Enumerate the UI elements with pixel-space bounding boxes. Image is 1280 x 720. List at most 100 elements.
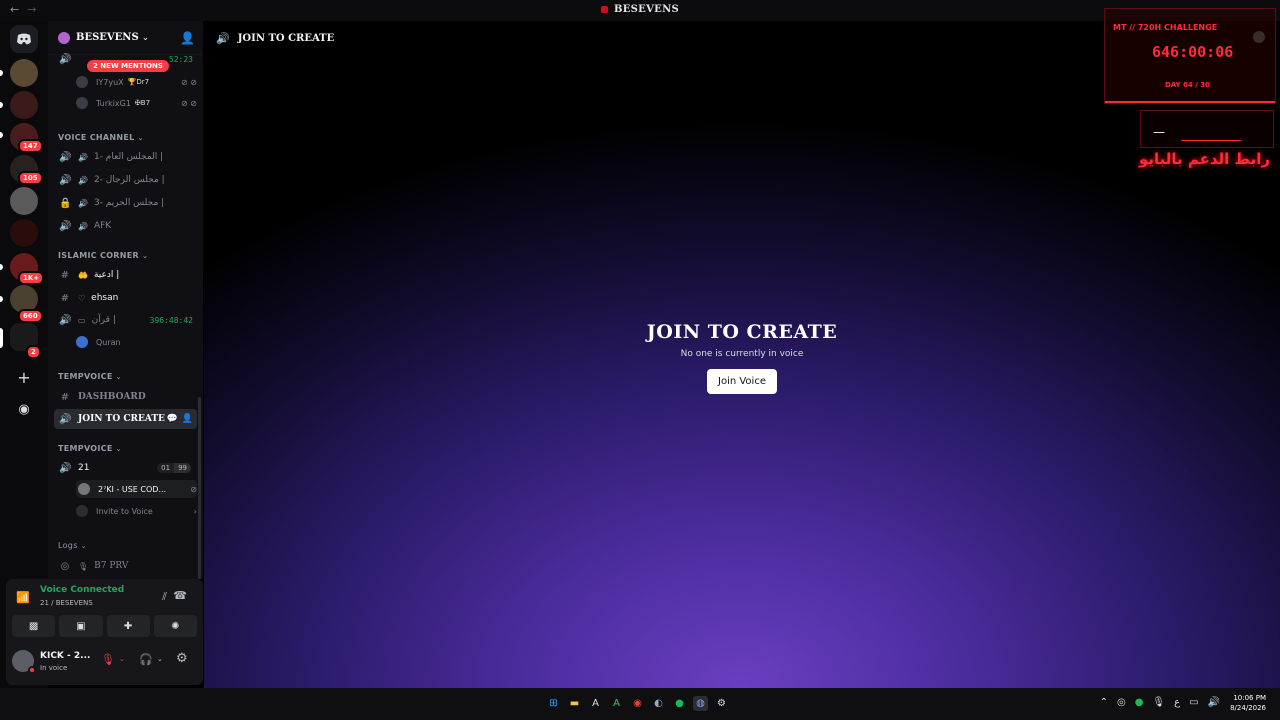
new-mentions-badge[interactable]: 2 NEW MENTIONS	[87, 60, 169, 72]
server-icon-6[interactable]	[10, 219, 38, 247]
discord-home-icon[interactable]	[10, 25, 38, 53]
voice-actions: ▩ ▣ ✚ ✺	[12, 615, 197, 637]
channel-name: JOIN TO CREATE	[78, 414, 165, 424]
disconnect-icon[interactable]: ☎	[173, 589, 187, 602]
speaker-icon: 🔊	[78, 175, 88, 185]
speaker-icon: 🔊	[59, 314, 72, 326]
voice-channel-1[interactable]: 🔊 🔊 المجلس العام -1 |	[54, 147, 197, 167]
title-bar: ← → BESEVENS	[0, 0, 1280, 21]
signal-icon[interactable]: 📶	[16, 591, 30, 604]
user-panel: 📶 Voice Connected 21 / BESEVENS ⫽ ☎ ▩ ▣ …	[6, 579, 203, 685]
user-state: In voice	[40, 664, 68, 672]
muted-icons: ⊘ ⊘	[181, 77, 197, 87]
noise-suppression-icon[interactable]: ⫽	[162, 590, 167, 604]
chevron-down-icon[interactable]: ⌄	[119, 655, 125, 663]
user-name: IY7yuX	[96, 77, 124, 87]
steam-icon[interactable]: ◐	[651, 696, 666, 711]
voice-channel-3[interactable]: 🔒 🔊 مجلس الحريم -3 |	[54, 193, 197, 213]
challenge-overlay: MT // 720H CHALLENGE 646:00:06 DAY 04 / …	[1104, 8, 1276, 104]
clock[interactable]: 10:06 PM 8/24/2026	[1230, 693, 1266, 713]
settings-taskbar-icon[interactable]: ⚙	[714, 696, 729, 711]
channel-name: المجلس العام -1 |	[93, 152, 164, 162]
category-label: Logs	[58, 541, 78, 550]
username[interactable]: KICK - 2...	[40, 651, 90, 661]
voice-channel-b7[interactable]: ◎ 🎙 B7 PRV	[54, 556, 197, 576]
muted-icon: ⊘	[190, 484, 197, 494]
screen-share-button[interactable]: ▣	[59, 615, 103, 637]
channel-title: JOIN TO CREATE	[237, 32, 335, 44]
chrome-icon[interactable]: ◉	[630, 696, 645, 711]
chevron-down-icon[interactable]: ⌄	[157, 655, 163, 663]
channel-name: AFK	[93, 221, 112, 231]
discord-taskbar-icon[interactable]: ◍	[693, 696, 708, 711]
spotify-tray-icon[interactable]: ●	[1135, 697, 1144, 708]
category-label: TEMPVOICE	[58, 372, 113, 381]
invite-icon[interactable]: 👤	[182, 414, 193, 424]
voice-channel-quran[interactable]: 🔊 ▭ قرآن | 396:48:42	[54, 310, 197, 330]
hash-icon: #	[60, 269, 70, 281]
channel-name: مجلس الحريم -3 |	[93, 198, 165, 208]
tray-app-icon[interactable]: ◎	[1117, 697, 1126, 708]
windows-start-icon[interactable]: ⊞	[546, 696, 561, 711]
server-icon-1[interactable]	[10, 59, 38, 87]
voice-channel-join-to-create[interactable]: 🔊 JOIN TO CREATE 💬 👤	[54, 409, 197, 429]
voice-user[interactable]: IY7yuX 🏆Dr7 ⊘ ⊘	[76, 73, 197, 91]
server-icon-5[interactable]	[10, 187, 38, 215]
sidebar-scrollbar[interactable]	[198, 397, 201, 579]
mic-tray-icon[interactable]: 🎙	[1152, 697, 1165, 708]
spotify-icon[interactable]: ●	[672, 696, 687, 711]
voice-location[interactable]: 21 / BESEVENS	[40, 599, 93, 607]
category-islamic[interactable]: ISLAMIC CORNER ⌄	[48, 251, 148, 260]
taskbar-apps: ⊞ ▬ A A ◉ ◐ ● ◍ ⚙	[546, 696, 729, 711]
mic-icon: 🎙	[78, 561, 89, 571]
add-server-icon[interactable]: +	[10, 363, 38, 391]
speaker-icon: 🔊	[59, 462, 72, 474]
category-voice[interactable]: VOICE CHANNEL ⌄	[48, 133, 144, 142]
voice-user-quran[interactable]: Quran	[76, 333, 197, 351]
dash-icon: —	[1153, 125, 1165, 139]
voice-channel-21[interactable]: 🔊 21 01 99	[54, 458, 197, 478]
server-icon-2[interactable]	[10, 91, 38, 119]
volume-icon[interactable]: 🔊	[1208, 697, 1220, 708]
text-channel-ehsan[interactable]: # ♡ ehsan	[54, 288, 197, 308]
category-tempvoice[interactable]: TEMPVOICE ⌄	[48, 372, 122, 381]
voice-channel-2[interactable]: 🔊 🔊 مجلس الرجال -2 |	[54, 170, 197, 190]
server-name: BESEVENS	[76, 32, 139, 43]
user-tag: ✠B7	[134, 99, 151, 107]
voice-user[interactable]: TurkixG1 ✠B7 ⊘ ⊘	[76, 94, 197, 112]
chevron-up-icon[interactable]: ⌃	[1100, 697, 1108, 708]
hands-icon: 🤲	[78, 270, 88, 280]
soundboard-button[interactable]: ✺	[153, 615, 197, 637]
font-app-2-icon[interactable]: A	[609, 696, 624, 711]
network-icon[interactable]: ▭	[1189, 697, 1198, 708]
channel-timer: 396:48:42	[149, 315, 193, 325]
camera-off-button[interactable]: ▩	[12, 615, 56, 637]
gear-icon[interactable]: ⚙	[176, 651, 188, 666]
activities-button[interactable]: ✚	[106, 615, 150, 637]
voice-user-self[interactable]: 2⁷KI - USE COD... ⊘	[76, 480, 197, 498]
join-voice-button[interactable]: Join Voice	[707, 369, 777, 394]
text-channel-dua[interactable]: # 🤲 ادعية |	[54, 265, 197, 285]
voice-status[interactable]: Voice Connected	[40, 585, 124, 595]
voice-heading: JOIN TO CREATE	[646, 321, 838, 343]
channel-name: ehsan	[91, 293, 119, 303]
font-app-icon[interactable]: A	[588, 696, 603, 711]
user-name: Quran	[96, 337, 121, 347]
category-tempvoice-2[interactable]: TEMPVOICE ⌄	[48, 444, 122, 453]
invite-to-voice[interactable]: Invite to Voice ›	[76, 502, 197, 520]
language-indicator[interactable]: ع	[1174, 697, 1180, 708]
add-person-icon[interactable]: 👤	[180, 31, 195, 45]
user-limit: 99	[174, 463, 191, 473]
file-explorer-icon[interactable]: ▬	[567, 696, 582, 711]
category-logs[interactable]: Logs ⌄	[48, 541, 87, 550]
mic-muted-icon[interactable]: 🎙	[101, 653, 115, 666]
voice-channel-afk[interactable]: 🔊 🔊 AFK	[54, 216, 197, 236]
headphones-icon[interactable]: 🎧	[139, 653, 153, 666]
channel-name: DASHBOARD	[78, 392, 146, 402]
clock-date: 8/24/2026	[1230, 704, 1266, 712]
chat-icon[interactable]: 💬	[167, 414, 178, 424]
explore-icon[interactable]: ◉	[10, 395, 38, 423]
text-channel-dashboard[interactable]: # DASHBOARD	[54, 387, 197, 407]
challenge-day: DAY 04 / 30	[1165, 81, 1210, 89]
voice-channel-view: 🔊 JOIN TO CREATE JOIN TO CREATE No one i…	[204, 21, 1280, 688]
